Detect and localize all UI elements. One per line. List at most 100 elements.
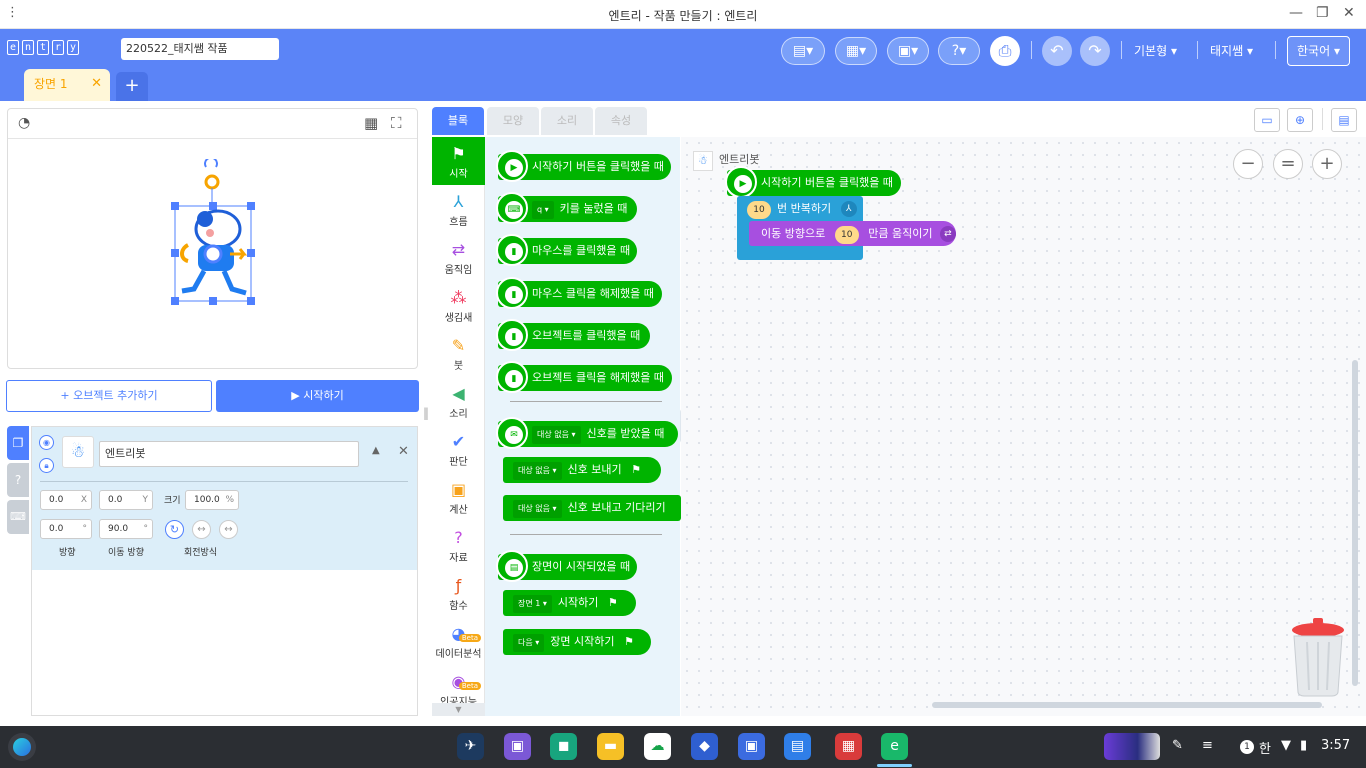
app-classroom-icon[interactable]: ◆	[691, 733, 718, 760]
object-tab-icon[interactable]: ❐	[7, 426, 29, 460]
script-repeat-block[interactable]: 10 번 반복하기 ⅄	[737, 196, 863, 221]
tote-icon[interactable]: ≡	[1202, 738, 1213, 753]
undo-icon[interactable]: ↶	[1042, 36, 1072, 66]
app-files-icon[interactable]: ▬	[597, 733, 624, 760]
keyboard-tab-icon[interactable]: ⌨	[7, 500, 29, 534]
new-project-button[interactable]: ▦▾	[835, 37, 877, 65]
notification-badge[interactable]: 1	[1240, 740, 1254, 754]
block-when-scene-starts[interactable]: ▤ 장면이 시작되었을 때	[496, 550, 637, 582]
entrybot-sprite[interactable]	[158, 159, 268, 309]
block-when-mouse-clicked[interactable]: ▮ 마우스를 클릭했을 때	[496, 234, 637, 266]
add-comment-icon[interactable]: ⊕	[1287, 108, 1313, 132]
tab-blocks[interactable]: 블록	[432, 107, 484, 135]
category-function[interactable]: ƒ 함수	[432, 569, 485, 617]
key-dropdown[interactable]: q ▾	[532, 201, 554, 219]
launcher-button[interactable]	[8, 733, 36, 761]
block-when-mouse-released[interactable]: ▮ 마우스 클릭을 해제했을 때	[496, 277, 662, 309]
script-when-start-clicked[interactable]: ▶ 시작하기 버튼을 클릭했을 때	[725, 166, 901, 198]
lock-icon[interactable]: 🔒︎	[39, 458, 54, 473]
grid-icon[interactable]: ▦	[364, 114, 378, 132]
object-name-input[interactable]: 엔트리봇	[99, 441, 359, 467]
category-brush[interactable]: ✎ 붓	[432, 329, 485, 377]
block-when-start-clicked[interactable]: ▶ 시작하기 버튼을 클릭했을 때	[496, 150, 671, 182]
start-button[interactable]: ▶ 시작하기	[216, 380, 419, 412]
battery-icon[interactable]: ▮	[1300, 738, 1307, 753]
holding-space-thumbnail[interactable]	[1104, 733, 1160, 760]
object-card[interactable]: ◉ 🔒︎ ☃ 엔트리봇 ▲ ✕ 0.0 X 0.0 Y 크기 100.0% 0.0 °…	[32, 427, 417, 570]
horizontal-scrollbar[interactable]	[932, 702, 1322, 708]
app-meet-icon[interactable]: ◼	[550, 733, 577, 760]
resize-handle[interactable]: ‖	[423, 406, 429, 420]
category-sound[interactable]: ◀ 소리	[432, 377, 485, 425]
visibility-eye-icon[interactable]: ◉	[39, 435, 54, 450]
block-start-next-scene[interactable]: 다음 ▾ 장면 시작하기 ⚑	[503, 629, 651, 655]
move-direction-field[interactable]: 90.0 °	[99, 519, 153, 539]
app-cloud-icon[interactable]: ☁	[644, 733, 671, 760]
block-send-signal-wait[interactable]: 대상 없음 ▾ 신호 보내고 기다리기	[503, 495, 681, 521]
category-start[interactable]: ⚑ 시작	[432, 137, 485, 185]
direction-field[interactable]: 0.0 °	[40, 519, 92, 539]
signal-dropdown[interactable]: 대상 없음 ▾	[532, 426, 581, 444]
block-when-key-pressed[interactable]: ⌨ q ▾ 키를 눌렀을 때	[496, 192, 637, 224]
vertical-scrollbar[interactable]	[1352, 360, 1358, 686]
zoom-out-button[interactable]: −	[1233, 149, 1263, 179]
next-dropdown[interactable]: 다음 ▾	[513, 634, 545, 652]
signal-dropdown[interactable]: 대상 없음 ▾	[513, 500, 562, 518]
block-when-object-released[interactable]: ▮ 오브젝트 클릭을 해제했을 때	[496, 361, 672, 393]
pen-icon[interactable]: ✎	[1172, 738, 1183, 753]
user-dropdown[interactable]: 태지쌤 ▾	[1210, 42, 1253, 59]
rotate-none-icon[interactable]: ↔	[219, 520, 238, 539]
app-entry-icon[interactable]: e	[881, 733, 908, 760]
block-mode-button[interactable]: ▤▾	[781, 37, 825, 65]
zoom-reset-button[interactable]: =	[1273, 149, 1303, 179]
category-flow[interactable]: ⅄ 흐름	[432, 185, 485, 233]
language-dropdown[interactable]: 한국어 ▾	[1287, 36, 1350, 66]
entry-logo[interactable]: e n t r y	[7, 40, 79, 55]
zoom-in-button[interactable]: +	[1312, 149, 1342, 179]
restore-icon[interactable]: ❐	[1316, 5, 1329, 21]
repeat-count-input[interactable]: 10	[747, 201, 771, 219]
tab-properties[interactable]: 속성	[595, 107, 647, 135]
help-tab-icon[interactable]: ?	[7, 463, 29, 497]
mode-dropdown[interactable]: 기본형 ▾	[1134, 42, 1177, 59]
scene-tab[interactable]: 장면 1 ✕	[24, 69, 110, 101]
app-bag-icon[interactable]: ▣	[504, 733, 531, 760]
save-button[interactable]: ▣▾	[887, 37, 929, 65]
delete-object-icon[interactable]: ✕	[398, 444, 409, 459]
block-when-signal-received[interactable]: ✉ 대상 없음 ▾ 신호를 받았을 때	[496, 417, 678, 449]
rotate-free-icon[interactable]: ↻	[165, 520, 184, 539]
block-send-signal[interactable]: 대상 없음 ▾ 신호 보내기 ⚑	[503, 457, 661, 483]
blocks-storage-icon[interactable]: ▤	[1331, 108, 1357, 132]
block-when-object-clicked[interactable]: ▮ 오브젝트를 클릭했을 때	[496, 319, 650, 351]
block-start-scene[interactable]: 장면 1 ▾ 시작하기 ⚑	[503, 590, 636, 616]
add-scene-button[interactable]: +	[116, 72, 148, 101]
wifi-icon[interactable]: ▼	[1281, 738, 1291, 753]
scene-dropdown[interactable]: 장면 1 ▾	[513, 595, 552, 613]
collapse-arrow-icon[interactable]: ▲	[372, 445, 380, 456]
clock[interactable]: 3:57	[1321, 738, 1350, 753]
fullscreen-icon[interactable]: ⛶	[391, 114, 402, 132]
move-value-input[interactable]: 10	[834, 226, 859, 244]
rotate-horizontal-icon[interactable]: ↔	[192, 520, 211, 539]
add-object-button[interactable]: + 오브젝트 추가하기	[6, 380, 212, 412]
minimize-icon[interactable]: —	[1289, 5, 1303, 21]
app-book-icon[interactable]: ▤	[784, 733, 811, 760]
redo-icon[interactable]: ↷	[1080, 36, 1110, 66]
category-judge[interactable]: ✔ 판단	[432, 425, 485, 473]
tab-shapes[interactable]: 모양	[487, 107, 539, 135]
signal-dropdown[interactable]: 대상 없음 ▾	[513, 462, 562, 480]
category-calc[interactable]: ▣ 계산	[432, 473, 485, 521]
app-video-icon[interactable]: ▦	[835, 733, 862, 760]
trash-can-icon[interactable]	[1289, 616, 1347, 698]
speedometer-icon[interactable]: ◔	[18, 115, 30, 131]
app-board-icon[interactable]: ▣	[738, 733, 765, 760]
scroll-down-icon[interactable]: ▼	[432, 703, 485, 716]
category-data[interactable]: ? 자료	[432, 521, 485, 569]
x-field[interactable]: 0.0 X	[40, 490, 92, 510]
tab-sounds[interactable]: 소리	[541, 107, 593, 135]
app-bird-icon[interactable]: ✈	[457, 733, 484, 760]
size-field[interactable]: 100.0%	[185, 490, 239, 510]
comment-icon[interactable]: ▭	[1254, 108, 1280, 132]
project-name-input[interactable]: 220522_태지쌤 작품	[121, 38, 279, 60]
y-field[interactable]: 0.0 Y	[99, 490, 153, 510]
